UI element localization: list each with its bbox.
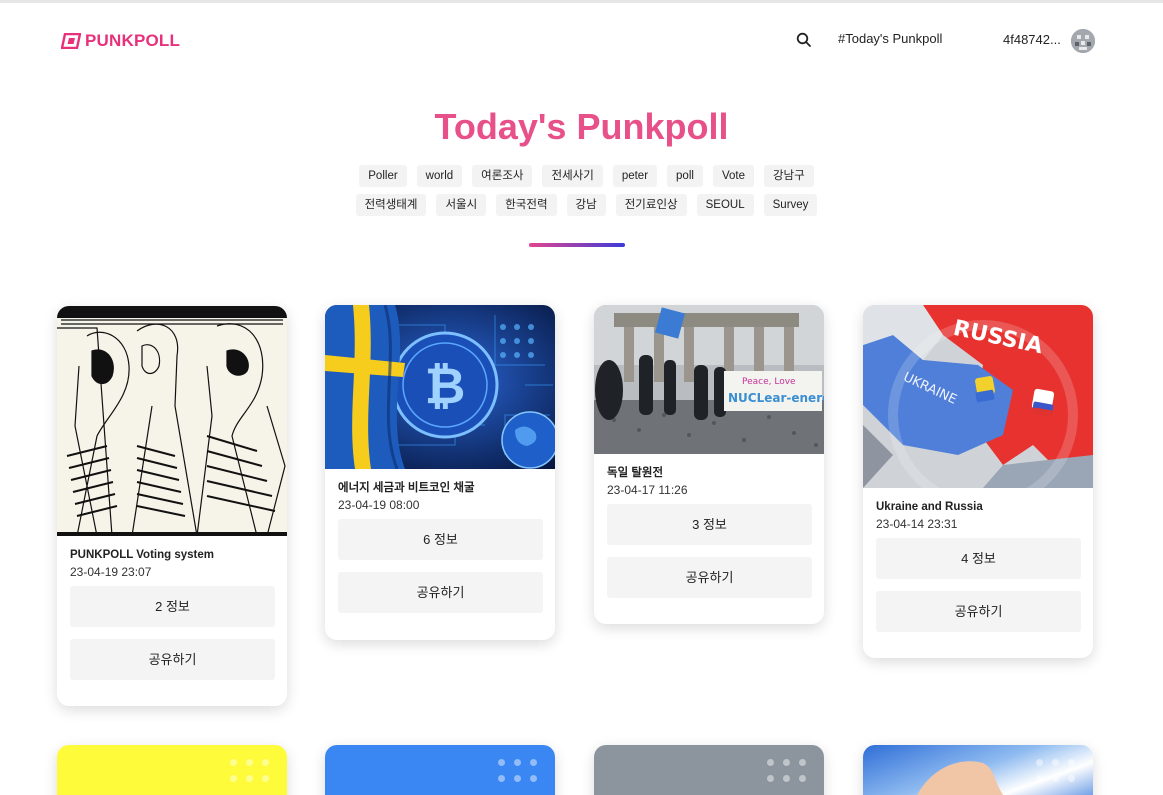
card-body: 독일 탈원전 23-04-17 11:26 3 정보 공유하기 (594, 454, 824, 598)
dots-decoration (767, 759, 806, 782)
dots-decoration (1036, 759, 1075, 782)
share-button[interactable]: 공유하기 (876, 591, 1081, 632)
tag-chip[interactable]: Survey (763, 194, 818, 216)
tag-chip[interactable]: Poller (359, 165, 407, 187)
card-image (57, 306, 287, 536)
tag-chip[interactable]: 전기료인상 (615, 194, 687, 216)
tag-chip[interactable]: Vote (712, 165, 754, 187)
poll-card[interactable]: ₿ 에너지 세금과 비트코인 채굴 23-04-19 08:00 6 정보 공유… (325, 305, 555, 640)
card-body: Ukraine and Russia 23-04-14 23:31 4 정보 공… (863, 488, 1093, 632)
card-date: 23-04-14 23:31 (876, 517, 958, 531)
card-image: RUSSIA UKRAINE (863, 305, 1093, 488)
card-title[interactable]: Ukraine and Russia (876, 500, 1080, 514)
poll-card[interactable]: PUNKPOLL Voting system 23-04-19 23:07 2 … (57, 306, 287, 706)
card-title[interactable]: PUNKPOLL Voting system (70, 548, 274, 562)
tag-chip[interactable]: 전세사기 (542, 165, 603, 187)
info-button[interactable]: 4 정보 (876, 538, 1081, 579)
info-button[interactable]: 6 정보 (338, 519, 543, 560)
tag-chip[interactable]: world (416, 165, 463, 187)
svg-text:₿: ₿ (425, 357, 466, 415)
card-title[interactable]: 독일 탈원전 (607, 466, 811, 480)
image-banner-peace: Peace, Love (742, 377, 796, 387)
tag-chip[interactable]: 서울시 (436, 194, 487, 216)
tag-chip[interactable]: peter (612, 165, 658, 187)
info-button[interactable]: 2 정보 (70, 586, 275, 627)
brand-logo[interactable]: PUNKPOLL (61, 31, 180, 51)
tag-list-row-2: 전력생태계 서울시 한국전력 강남 전기료인상 SEOUL Survey (5, 194, 1163, 216)
tag-chip[interactable]: poll (667, 165, 703, 187)
tag-chip[interactable]: 여론조사 (472, 165, 533, 187)
avatar-icon[interactable] (1071, 29, 1095, 53)
share-button[interactable]: 공유하기 (607, 557, 812, 598)
card-date: 23-04-17 11:26 (607, 483, 688, 497)
card-image (325, 745, 555, 795)
share-button[interactable]: 공유하기 (338, 572, 543, 613)
site-header: PUNKPOLL #Today's Punkpoll 4f48742... (0, 3, 1163, 73)
section-divider (529, 243, 625, 247)
image-banner-nuclear: NUCLear-energy (728, 391, 824, 405)
card-body: PUNKPOLL Voting system 23-04-19 23:07 2 … (57, 536, 287, 680)
card-image: Peace, Love NUCLear-energy (594, 305, 824, 454)
card-title[interactable]: 에너지 세금과 비트코인 채굴 (338, 481, 542, 495)
poll-card[interactable] (57, 745, 287, 795)
tag-chip[interactable]: SEOUL (696, 194, 754, 216)
dots-decoration (498, 759, 537, 782)
card-image: ₿ (325, 305, 555, 469)
page-title: Today's Punkpoll (434, 106, 729, 147)
card-body: 에너지 세금과 비트코인 채굴 23-04-19 08:00 6 정보 공유하기 (325, 469, 555, 613)
card-date: 23-04-19 08:00 (338, 498, 420, 512)
tag-chip[interactable]: 한국전력 (496, 194, 557, 216)
tag-chip[interactable]: 강남구 (763, 165, 814, 187)
info-button[interactable]: 3 정보 (607, 504, 812, 545)
poll-card[interactable]: Peace, Love NUCLear-energy 독일 탈원전 23-04-… (594, 305, 824, 624)
share-button[interactable]: 공유하기 (70, 639, 275, 680)
tag-chip[interactable]: 전력생태계 (355, 194, 427, 216)
logo-icon (61, 33, 81, 49)
card-date: 23-04-19 23:07 (70, 565, 152, 579)
wallet-address[interactable]: 4f48742... (1003, 32, 1061, 47)
todays-punkpoll-link[interactable]: #Today's Punkpoll (838, 31, 942, 46)
tag-list-row-1: Poller world 여론조사 전세사기 peter poll Vote 강… (5, 165, 1163, 187)
card-image (594, 745, 824, 795)
card-image (57, 745, 287, 795)
brand-name: PUNKPOLL (85, 31, 181, 50)
poll-card[interactable] (594, 745, 824, 795)
poll-card[interactable] (863, 745, 1093, 795)
tag-chip[interactable]: 강남 (566, 194, 606, 216)
search-icon[interactable] (795, 31, 813, 49)
card-image (863, 745, 1093, 795)
dots-decoration (230, 759, 269, 782)
poll-card[interactable]: RUSSIA UKRAINE Ukraine and Russia 23-04-… (863, 305, 1093, 658)
poll-card[interactable] (325, 745, 555, 795)
